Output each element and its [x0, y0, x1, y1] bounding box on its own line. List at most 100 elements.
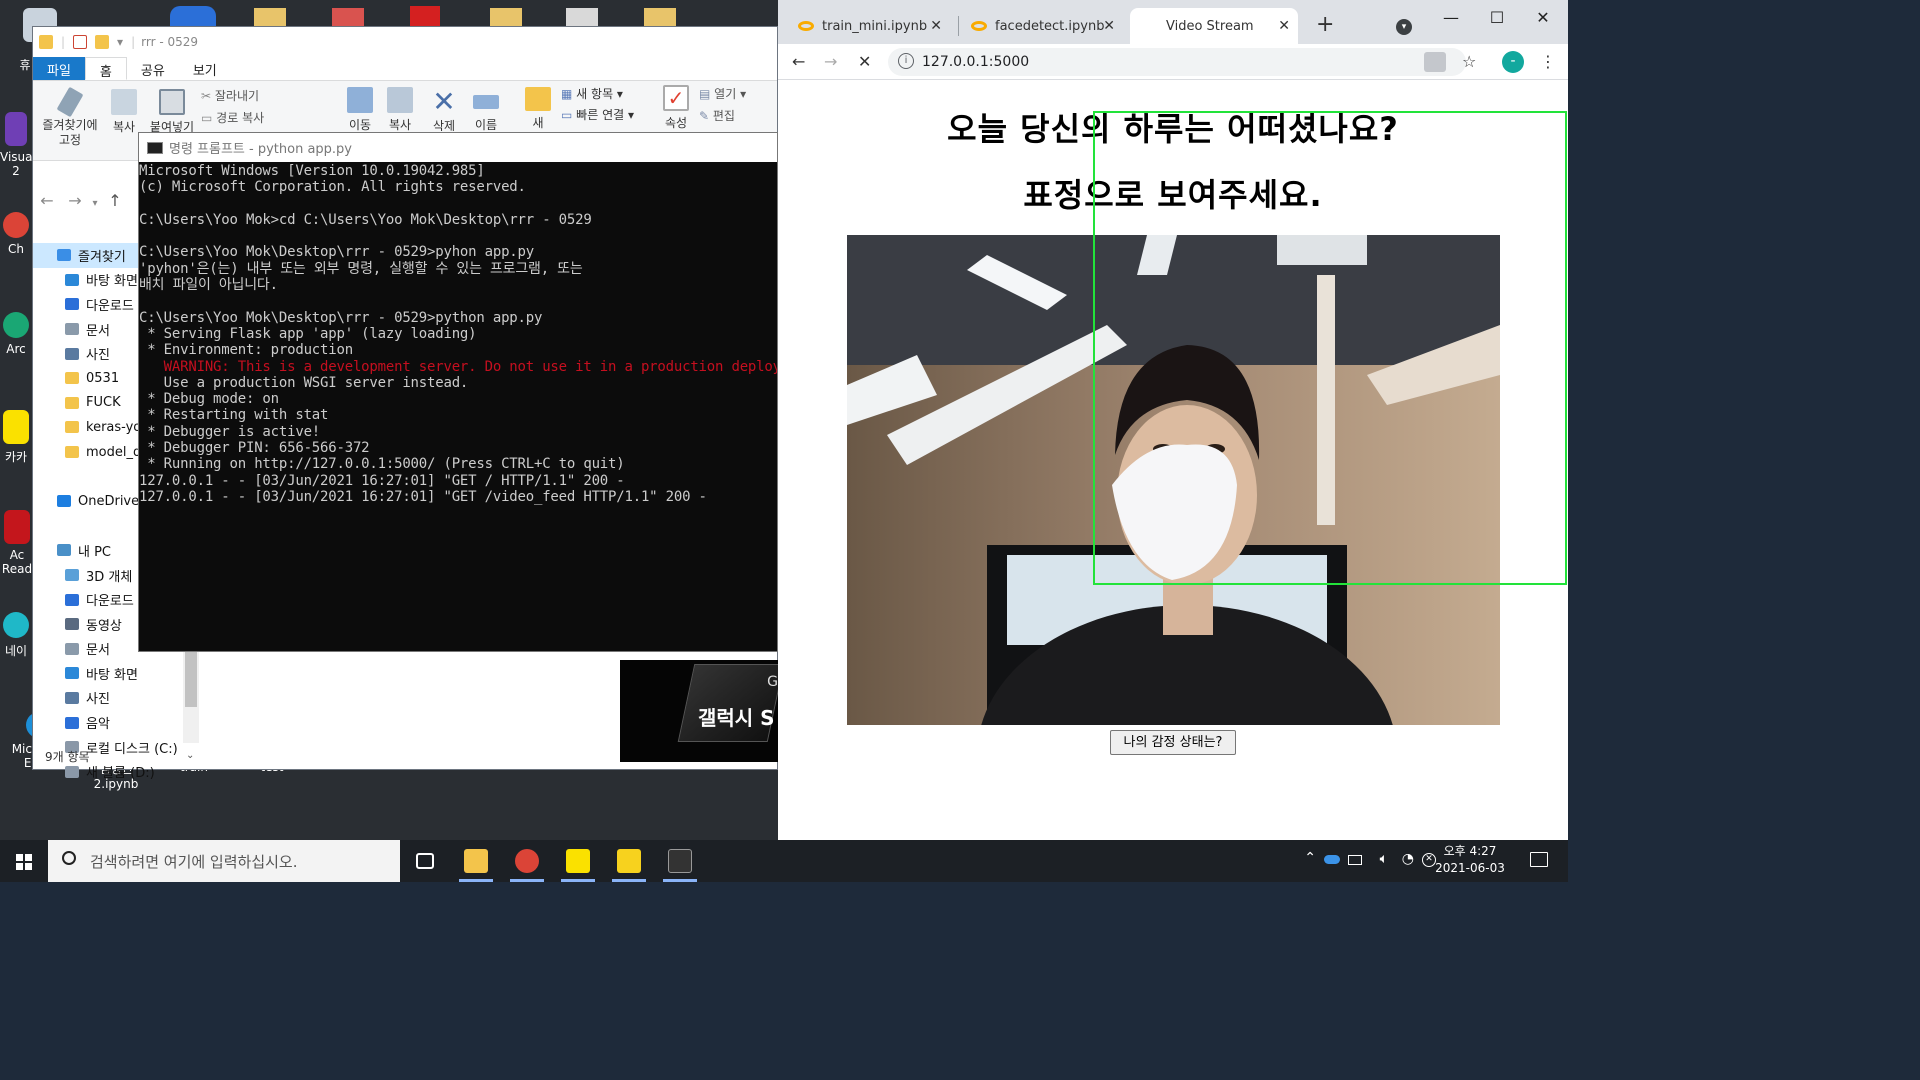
- taskbar-app-button[interactable]: [502, 840, 552, 882]
- quick-access-dropdown-icon[interactable]: ▾: [117, 35, 123, 49]
- back-icon[interactable]: ←: [33, 191, 61, 210]
- desktop-icon-label: Ac Read: [1, 548, 33, 576]
- new-tab-button[interactable]: +: [1316, 12, 1334, 37]
- taskbar-app-button[interactable]: [553, 840, 603, 882]
- dropdown-icon[interactable]: ▾: [89, 198, 101, 209]
- chrome-icon: [515, 849, 539, 873]
- taskbar-clock[interactable]: 오후 4:27 2021-06-03: [1430, 843, 1510, 877]
- open-icon: ▤: [699, 87, 711, 101]
- profile-avatar[interactable]: -: [1502, 51, 1524, 73]
- taskbar-app-button[interactable]: [655, 840, 705, 882]
- menu-icon[interactable]: ⋮: [1540, 52, 1556, 71]
- close-tab-icon[interactable]: ✕: [930, 18, 942, 34]
- stop-loading-icon[interactable]: ✕: [858, 52, 871, 71]
- cmd-line: * Debug mode: on: [139, 391, 279, 408]
- minimize-icon[interactable]: —: [1428, 8, 1474, 27]
- start-button[interactable]: [0, 840, 48, 882]
- desktop-icon: [65, 667, 79, 680]
- onedrive-icon[interactable]: [1324, 855, 1340, 864]
- desktop-file-icon[interactable]: [332, 8, 364, 28]
- star-icon: [57, 249, 71, 262]
- nav-item[interactable]: 사진: [33, 686, 199, 711]
- drive-icon: [65, 765, 79, 778]
- wifi-icon[interactable]: ◔: [1402, 851, 1414, 867]
- tab-video-stream[interactable]: Video Stream ✕: [1130, 8, 1298, 44]
- tab-train-mini[interactable]: train_mini.ipynb - C ✕: [778, 8, 950, 44]
- ad-corner-text: G: [767, 674, 778, 690]
- desktop-file-icon[interactable]: [490, 8, 522, 28]
- pin-to-quick-access-button[interactable]: 즐겨찾기에 고정: [37, 86, 103, 148]
- translate-icon[interactable]: [1424, 52, 1446, 72]
- tab-home[interactable]: 홈: [84, 57, 127, 80]
- bookmark-star-icon[interactable]: ☆: [1462, 52, 1476, 71]
- desktop-icon-label: Visua 2: [0, 150, 33, 178]
- tab-facedetect[interactable]: facedetect.ipynb - ✕: [951, 8, 1123, 44]
- desktop-file-icon[interactable]: [170, 6, 216, 28]
- properties-button[interactable]: ✓ 속성: [661, 85, 691, 131]
- tab-search-icon[interactable]: ▾: [1396, 19, 1412, 35]
- taskbar-app-button[interactable]: [400, 840, 450, 882]
- scrollbar-thumb[interactable]: [185, 643, 197, 707]
- cut-button[interactable]: ✂ 잘라내기: [201, 87, 259, 104]
- volume-icon[interactable]: 🔈︎: [1380, 851, 1388, 867]
- easy-access-button[interactable]: ▭ 빠른 연결 ▾: [561, 106, 634, 123]
- galaxy-ad-banner[interactable]: 갤럭시 S G: [620, 660, 778, 762]
- edit-button[interactable]: ✎ 편집: [699, 107, 735, 124]
- cmd-line: C:\Users\Yoo Mok>cd C:\Users\Yoo Mok\Des…: [139, 211, 592, 228]
- emotion-check-button[interactable]: 나의 감정 상태는?: [1110, 730, 1236, 755]
- nav-item[interactable]: 바탕 화면: [33, 661, 199, 686]
- close-tab-icon[interactable]: ✕: [1103, 18, 1115, 34]
- close-tab-icon[interactable]: ✕: [1278, 18, 1290, 34]
- copy-path-button[interactable]: ▭ 경로 복사: [201, 109, 264, 126]
- paste-button[interactable]: 붙여넣기: [145, 89, 199, 135]
- chrome-tab-strip: train_mini.ipynb - C ✕ facedetect.ipynb …: [778, 0, 1568, 44]
- copy-to-icon: [387, 87, 413, 113]
- action-center-icon[interactable]: [1530, 852, 1548, 867]
- properties-check-icon[interactable]: [73, 35, 88, 49]
- delete-icon: ✕: [432, 87, 456, 118]
- kakaotalk-icon: [3, 410, 29, 444]
- desktop-file-icon[interactable]: [566, 8, 598, 28]
- folder-icon: [39, 35, 53, 49]
- move-to-button[interactable]: 이동: [345, 87, 375, 131]
- back-icon[interactable]: ←: [792, 52, 805, 71]
- desktop-icon-kakao[interactable]: 카카: [0, 410, 32, 465]
- copy-to-button[interactable]: 복사: [385, 87, 415, 131]
- new-folder-button[interactable]: 새: [523, 87, 553, 131]
- desktop-file-icon[interactable]: [254, 8, 286, 28]
- desktop-icon-naver[interactable]: 네이: [0, 612, 32, 659]
- taskbar-app-button[interactable]: [604, 840, 654, 882]
- battery-icon[interactable]: [1348, 855, 1362, 865]
- rename-button[interactable]: 이름: [471, 87, 501, 131]
- tab-share[interactable]: 공유: [127, 57, 179, 80]
- delete-button[interactable]: ✕ 삭제: [429, 87, 459, 131]
- new-item-button[interactable]: ▦ 새 항목 ▾: [561, 85, 623, 102]
- new-folder-icon[interactable]: [95, 35, 110, 49]
- close-window-icon[interactable]: ✕: [1520, 8, 1566, 27]
- desktop-file-icon[interactable]: [410, 6, 440, 28]
- site-info-icon[interactable]: i: [898, 53, 914, 69]
- up-icon[interactable]: ↑: [101, 191, 129, 210]
- maximize-icon[interactable]: ☐: [1474, 8, 1520, 27]
- copy-button[interactable]: 복사: [109, 89, 139, 135]
- scroll-down-icon[interactable]: ⌄: [186, 750, 194, 761]
- desktop-icon-vscode[interactable]: Visua 2: [0, 112, 33, 178]
- taskbar-app-button[interactable]: [451, 840, 501, 882]
- address-bar[interactable]: i 127.0.0.1:5000: [888, 48, 1466, 76]
- cmd-line: * Serving Flask app 'app' (lazy loading): [139, 325, 477, 342]
- desktop-icon-acrobat[interactable]: Ac Read: [0, 510, 34, 576]
- taskbar-search-box[interactable]: 검색하려면 여기에 입력하십시오.: [48, 840, 400, 882]
- forward-icon[interactable]: →: [824, 52, 837, 71]
- tab-view[interactable]: 보기: [179, 57, 231, 80]
- open-button[interactable]: ▤ 열기 ▾: [699, 85, 746, 102]
- tray-chevron-icon[interactable]: ⌃: [1304, 850, 1316, 866]
- nav-item[interactable]: 음악: [33, 710, 199, 735]
- desktop-file-icon[interactable]: [644, 8, 676, 28]
- easy-access-icon: ▭: [561, 108, 573, 122]
- desktop-icon-arc[interactable]: Arc: [0, 312, 32, 356]
- forward-icon[interactable]: →: [61, 191, 89, 210]
- command-prompt-window[interactable]: 명령 프롬프트 - python app.py Microsoft Window…: [138, 132, 778, 652]
- desktop-icon-chrome[interactable]: Ch: [0, 212, 32, 256]
- cmd-output[interactable]: Microsoft Windows [Version 10.0.19042.98…: [139, 162, 777, 652]
- tab-file[interactable]: 파일: [33, 57, 85, 80]
